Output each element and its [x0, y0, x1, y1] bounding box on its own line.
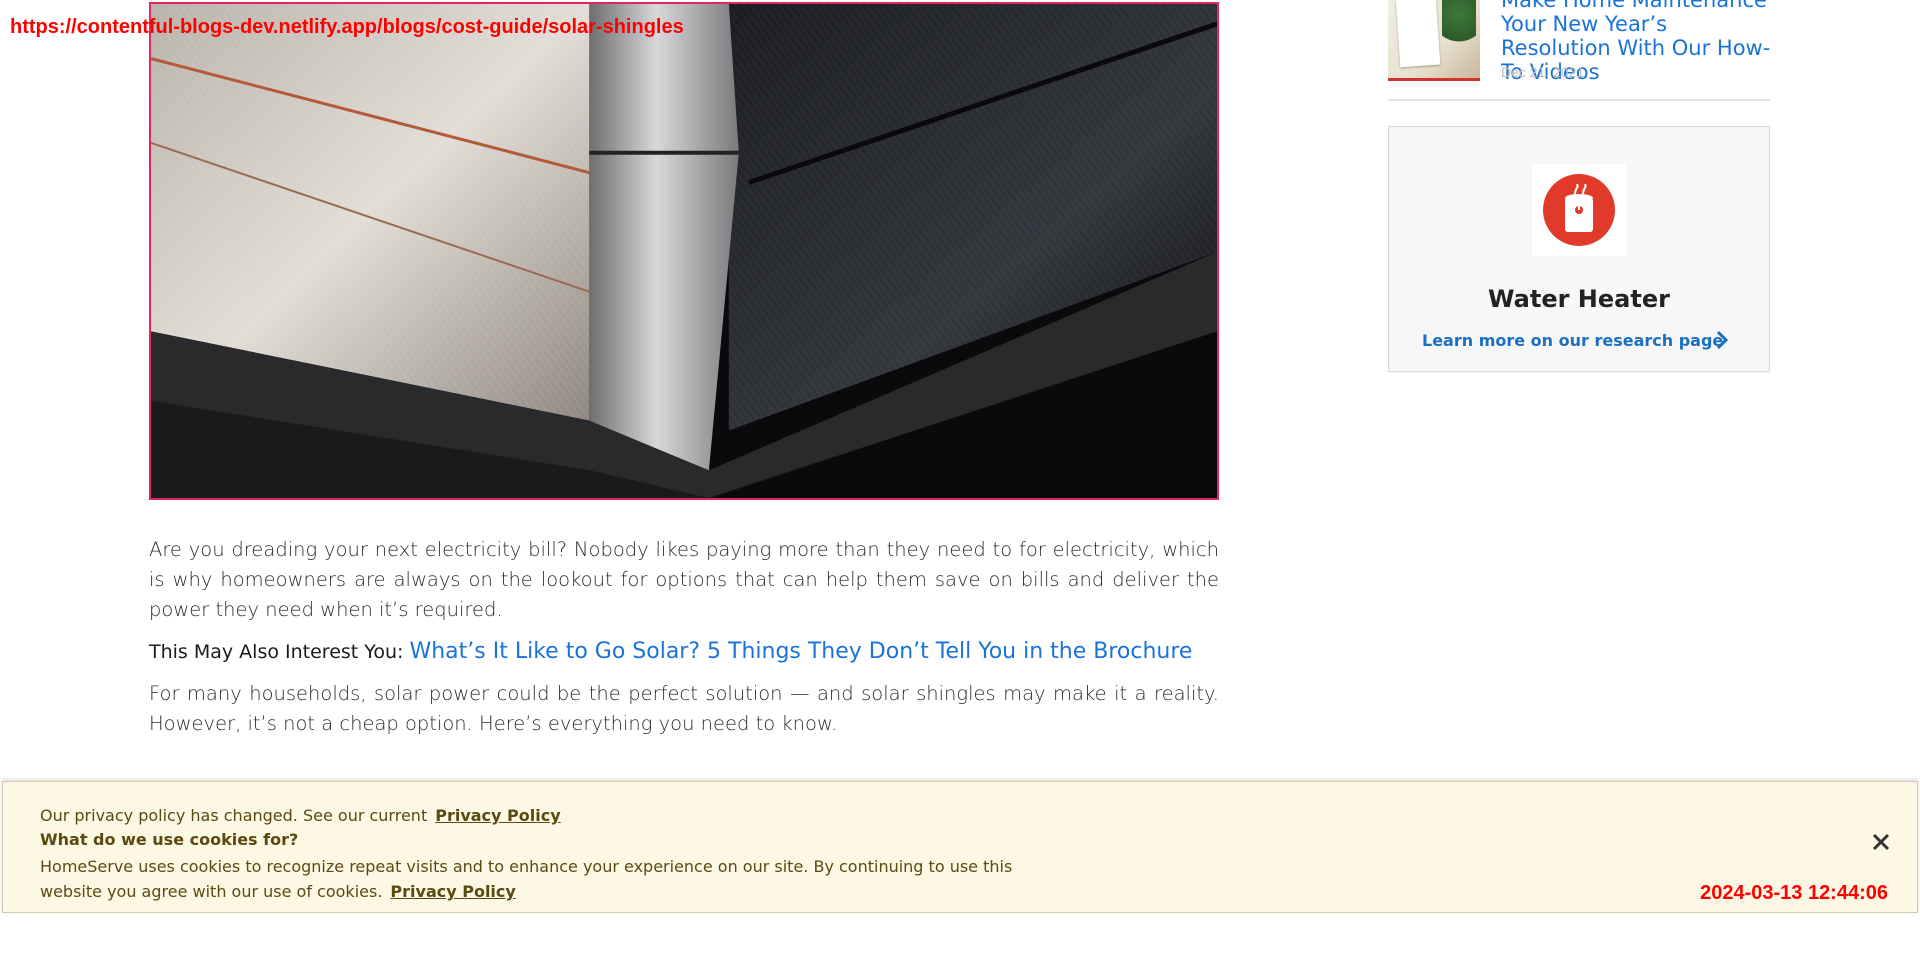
sidebar-divider	[1388, 99, 1770, 101]
second-paragraph: For many households, solar power could b…	[149, 682, 1219, 735]
solar-shingle-roof-image	[151, 4, 1217, 498]
related-article: This May Also Interest You: What’s It Li…	[149, 637, 1219, 667]
water-heater-card[interactable]: Water Heater Learn more on our research …	[1388, 126, 1770, 372]
sidebar-post[interactable]: Make Home Maintenance Your New Year’s Re…	[1388, 0, 1770, 100]
cookie-description: HomeServe uses cookies to recognize repe…	[40, 854, 1030, 904]
url-overlay: https://contentful-blogs-dev.netlify.app…	[10, 16, 684, 38]
water-heater-icon	[1543, 174, 1615, 246]
privacy-policy-link-2[interactable]: Privacy Policy	[390, 882, 515, 901]
privacy-policy-link[interactable]: Privacy Policy	[435, 806, 560, 825]
privacy-notice: Our privacy policy has changed. See our …	[40, 806, 561, 825]
article-body: Are you dreading your next electricity b…	[149, 535, 1219, 751]
research-page-link[interactable]: Learn more on our research page	[1422, 331, 1723, 350]
water-heater-icon-box	[1532, 164, 1626, 256]
hero-image	[149, 2, 1219, 500]
timestamp-overlay: 2024-03-13 12:44:06	[1700, 882, 1888, 904]
intro-paragraph: Are you dreading your next electricity b…	[149, 538, 1219, 621]
cookie-banner: Our privacy policy has changed. See our …	[2, 781, 1918, 913]
post-thumbnail[interactable]	[1388, 0, 1480, 81]
close-icon[interactable]	[1871, 832, 1891, 852]
cookie-heading: What do we use cookies for?	[40, 830, 299, 849]
related-label: This May Also Interest You:	[149, 641, 404, 663]
card-title: Water Heater	[1488, 285, 1670, 313]
cookie-description-text: HomeServe uses cookies to recognize repe…	[40, 857, 1013, 901]
privacy-notice-text: Our privacy policy has changed. See our …	[40, 806, 428, 825]
sidebar-post-date: Dec 21, 2021	[1501, 64, 1585, 80]
related-article-link[interactable]: What’s It Like to Go Solar? 5 Things The…	[409, 639, 1192, 664]
chevron-right-icon[interactable]	[1713, 329, 1731, 351]
